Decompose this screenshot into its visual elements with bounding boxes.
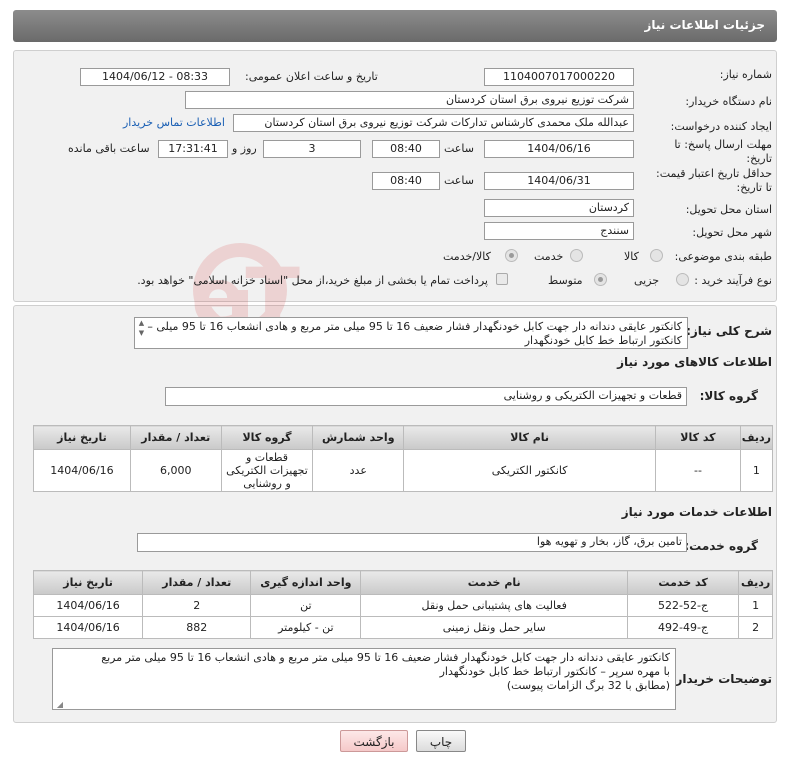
- goods-col-row: ردیف: [739, 425, 774, 450]
- goods-cell-qty: 6,000: [129, 449, 222, 492]
- treasury-note: پرداخت تمام یا بخشی از مبلغ خرید،از محل …: [137, 274, 488, 287]
- category-option-goods-service: کالا/خدمت: [443, 250, 491, 263]
- deadline-time-label: ساعت: [444, 142, 474, 155]
- services-group-field: تامین برق، گاز، بخار و تهویه هوا: [137, 533, 687, 552]
- days-field: 3: [263, 140, 361, 158]
- resize-grip-icon[interactable]: ◢: [55, 700, 63, 709]
- goods-table-header: ردیف کد کالا نام کالا واحد شمارش گروه کا…: [33, 425, 774, 450]
- services-table-header: ردیف کد خدمت نام خدمت واحد اندازه گیری ت…: [32, 570, 773, 595]
- goods-col-qty: تعداد / مقدار: [129, 425, 222, 450]
- remaining-label: ساعت باقی مانده: [68, 142, 150, 155]
- goods-col-unit: واحد شمارش: [312, 425, 405, 450]
- goods-cell-group: قطعات و تجهیزات الکتریکی و روشنایی: [220, 449, 314, 492]
- city-field: سنندج: [484, 222, 634, 240]
- announce-date-field: 1404/06/12 - 08:33: [80, 68, 230, 86]
- services-cell-unit: تن - کیلومتر: [250, 616, 362, 639]
- category-radio-service[interactable]: [570, 249, 583, 262]
- deadline-label-2: تاریخ:: [746, 152, 772, 165]
- goods-group-field: قطعات و تجهیزات الکتریکی و روشنایی: [165, 387, 687, 406]
- services-cell-row: 2: [738, 616, 773, 639]
- buyer-field: شرکت توزیع نیروی برق استان کردستان: [185, 91, 634, 109]
- category-option-service: خدمت: [534, 250, 564, 263]
- buyer-notes-label: توضیحات خریدار:: [670, 672, 772, 686]
- validity-label: حداقل تاریخ اعتبار قیمت:: [656, 167, 772, 180]
- process-radio-minor[interactable]: [676, 273, 689, 286]
- goods-col-group: گروه کالا: [220, 425, 314, 450]
- process-label: نوع فرآیند خرید :: [694, 274, 772, 287]
- validity-time-field: 08:40: [372, 172, 440, 190]
- goods-cell-date: 1404/06/16: [33, 449, 131, 492]
- process-radio-medium[interactable]: [594, 273, 607, 286]
- category-label: طبقه بندی موضوعی:: [674, 250, 772, 263]
- services-cell-name: سایر حمل ونقل زمینی: [360, 616, 628, 639]
- goods-group-label: گروه کالا:: [699, 389, 758, 403]
- category-radio-goods[interactable]: [650, 249, 663, 262]
- goods-cell-name: کانکتور الکتریکی: [403, 449, 657, 492]
- category-radio-goods-service[interactable]: [505, 249, 518, 262]
- table-row: 1 ج-52-522 فعالیت های پشتیبانی حمل ونقل …: [32, 594, 773, 617]
- goods-cell-code: --: [655, 449, 741, 492]
- services-group-label: گروه خدمت:: [684, 539, 758, 553]
- goods-col-date: تاریخ نیاز: [33, 425, 131, 450]
- validity-label-2: تا تاریخ:: [736, 181, 772, 194]
- buyer-notes-line1: کانکتور عایقی دندانه دار جهت کابل خودنگه…: [101, 651, 670, 664]
- need-number-label: شماره نیاز:: [719, 68, 772, 81]
- services-col-unit: واحد اندازه گیری: [250, 570, 362, 595]
- buyer-contact-link[interactable]: اطلاعات تماس خریدار: [123, 116, 225, 129]
- table-row: 2 ج-49-492 سایر حمل ونقل زمینی تن - کیلو…: [32, 616, 773, 639]
- services-cell-code: ج-52-522: [626, 594, 740, 617]
- goods-col-name: نام کالا: [403, 425, 657, 450]
- city-label: شهر محل تحویل:: [692, 226, 772, 239]
- goods-section-title: اطلاعات کالاهای مورد نیاز: [617, 355, 772, 369]
- process-option-minor: جزیی: [634, 274, 660, 287]
- process-option-medium: متوسط: [548, 274, 583, 287]
- buyer-notes-line2: با مهره سرپر – کانکتور ارتباط خط کابل خو…: [439, 665, 670, 678]
- remaining-time-field: 17:31:41: [158, 140, 228, 158]
- services-col-date: تاریخ نیاز: [32, 570, 144, 595]
- buyer-label: نام دستگاه خریدار:: [685, 95, 772, 108]
- validity-date-field: 1404/06/31: [484, 172, 634, 190]
- services-table: ردیف کد خدمت نام خدمت واحد اندازه گیری ت…: [32, 570, 773, 639]
- deadline-label: مهلت ارسال پاسخ: تا: [674, 138, 772, 151]
- treasury-checkbox[interactable]: [496, 273, 508, 285]
- deadline-date-field: 1404/06/16: [484, 140, 634, 158]
- print-button[interactable]: چاپ: [416, 730, 466, 752]
- creator-label: ایجاد کننده درخواست:: [670, 120, 772, 133]
- description-textarea[interactable]: کانکتور عایقی دندانه دار جهت کابل خودنگه…: [134, 317, 688, 349]
- services-section-title: اطلاعات خدمات مورد نیاز: [621, 505, 772, 519]
- deadline-time-field: 08:40: [372, 140, 440, 158]
- buyer-notes-textarea[interactable]: کانکتور عایقی دندانه دار جهت کابل خودنگه…: [52, 648, 676, 710]
- page-header: جزئیات اطلاعات نیاز: [13, 10, 777, 42]
- services-cell-code: ج-49-492: [626, 616, 740, 639]
- description-label: شرح کلی نیاز:: [686, 324, 772, 338]
- services-cell-name: فعالیت های پشتیبانی حمل ونقل: [360, 594, 628, 617]
- announce-label: تاریخ و ساعت اعلان عمومی:: [245, 70, 378, 83]
- province-field: کردستان: [484, 199, 634, 217]
- table-row: 1 -- کانکتور الکتریکی عدد قطعات و تجهیزا…: [33, 449, 774, 492]
- category-option-goods: کالا: [624, 250, 639, 263]
- services-cell-date: 1404/06/16: [32, 616, 144, 639]
- services-cell-unit: تن: [250, 594, 362, 617]
- services-cell-row: 1: [738, 594, 773, 617]
- scroll-spinner-icon[interactable]: ▲ ▼: [137, 318, 146, 342]
- services-col-qty: تعداد / مقدار: [142, 570, 252, 595]
- need-number-field: 1104007017000220: [484, 68, 634, 86]
- services-cell-qty: 882: [142, 616, 252, 639]
- services-col-row: ردیف: [738, 570, 773, 595]
- goods-table: ردیف کد کالا نام کالا واحد شمارش گروه کا…: [33, 425, 774, 492]
- goods-cell-unit: عدد: [312, 449, 405, 492]
- goods-col-code: کد کالا: [655, 425, 741, 450]
- creator-field: عبدالله ملک محمدی کارشناس تدارکات شرکت ت…: [233, 114, 634, 132]
- buyer-notes-line3: (مطابق با 32 برگ الزامات پیوست): [506, 679, 670, 692]
- validity-time-label: ساعت: [444, 174, 474, 187]
- services-cell-qty: 2: [142, 594, 252, 617]
- goods-cell-row: 1: [739, 449, 774, 492]
- back-button[interactable]: بازگشت: [340, 730, 408, 752]
- days-label: روز و: [232, 142, 257, 155]
- page-title: جزئیات اطلاعات نیاز: [644, 18, 765, 32]
- services-col-code: کد خدمت: [626, 570, 740, 595]
- province-label: استان محل تحویل:: [685, 203, 772, 216]
- services-col-name: نام خدمت: [360, 570, 628, 595]
- services-cell-date: 1404/06/16: [32, 594, 144, 617]
